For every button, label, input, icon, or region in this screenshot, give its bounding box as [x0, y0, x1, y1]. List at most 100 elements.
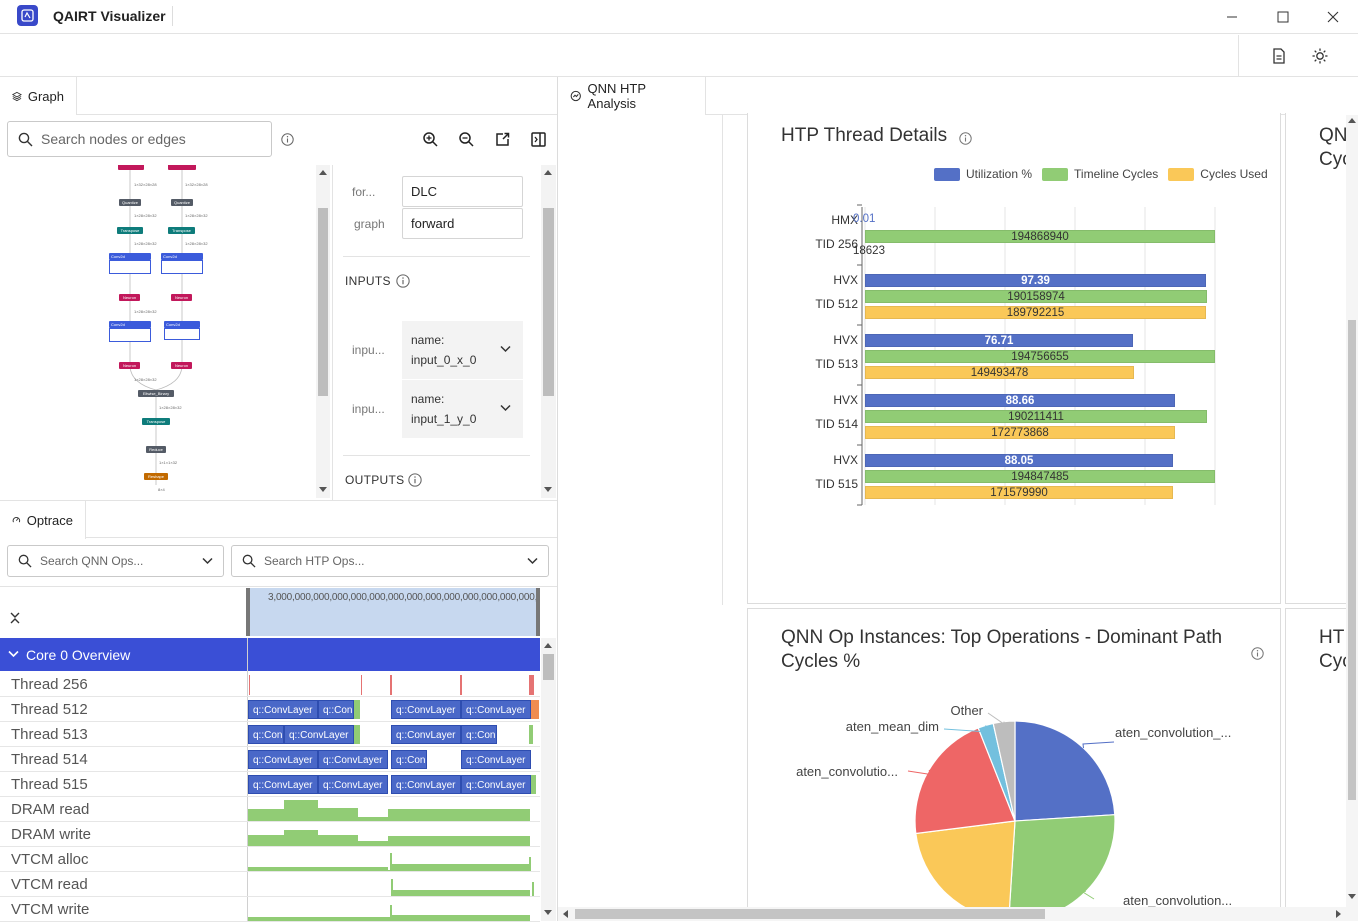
bar[interactable]: 88.05 — [865, 454, 1173, 467]
analysis-vertical-scrollbar[interactable] — [1346, 115, 1358, 907]
op-segment[interactable]: q::ConvLayer — [318, 750, 388, 769]
scroll-down-arrow[interactable] — [1348, 894, 1356, 899]
op-segment[interactable]: q::ConvLayer — [391, 775, 461, 794]
scroll-right-arrow[interactable] — [1336, 910, 1341, 918]
op-segment[interactable]: q::Con — [248, 725, 284, 744]
close-button[interactable] — [1317, 4, 1349, 30]
graph-node-reduce[interactable]: Reduce — [146, 446, 166, 453]
zoom-out-button[interactable] — [456, 129, 476, 149]
input-0-accordion[interactable]: name: input_0_x_0 — [402, 321, 523, 379]
collapse-all-icon[interactable] — [9, 611, 21, 625]
bar[interactable]: 172773868 — [865, 426, 1175, 439]
fit-view-button[interactable] — [492, 129, 512, 149]
graph-node-conv2d-left[interactable]: Conv2d — [109, 253, 151, 260]
inputs-info-icon[interactable] — [396, 274, 410, 288]
graph-search-input[interactable]: Search nodes or edges — [7, 121, 272, 157]
row-thread-256[interactable]: Thread 256 — [0, 672, 540, 697]
scroll-up-arrow[interactable] — [1348, 118, 1356, 123]
event-marker[interactable] — [529, 675, 534, 695]
bar[interactable]: 190158974 — [865, 290, 1207, 303]
maximize-button[interactable] — [1267, 4, 1299, 30]
graph-node-top-left[interactable] — [118, 165, 144, 170]
op-segment[interactable]: q::ConvLayer — [461, 775, 531, 794]
toggle-panel-button[interactable] — [528, 129, 548, 149]
bar[interactable]: 189792215 — [865, 306, 1206, 319]
scroll-up-arrow[interactable] — [544, 170, 552, 175]
graph-node-neuron-right[interactable]: Neuron — [171, 294, 192, 301]
scroll-thumb[interactable] — [575, 909, 1045, 919]
scroll-down-arrow[interactable] — [319, 487, 327, 492]
bar[interactable]: 194868940 — [865, 230, 1215, 243]
op-segment[interactable]: q::ConvLayer — [248, 700, 318, 719]
bar[interactable]: 149493478 — [865, 366, 1134, 379]
optrace-scrollbar[interactable] — [541, 638, 556, 921]
op-segment[interactable]: q::ConvLayer — [248, 775, 318, 794]
outputs-info-icon[interactable] — [408, 473, 422, 487]
event-marker[interactable] — [249, 675, 250, 695]
input-1-accordion[interactable]: name: input_1_y_0 — [402, 380, 523, 438]
pie-slice[interactable] — [915, 820, 1016, 922]
op-segment-green[interactable] — [529, 725, 533, 744]
op-segment-green[interactable] — [354, 725, 360, 744]
event-marker[interactable] — [390, 675, 392, 695]
event-marker[interactable] — [460, 675, 462, 695]
op-segment[interactable]: q::ConvLayer — [461, 700, 531, 719]
op-segment[interactable]: q::ConvLayer — [318, 775, 388, 794]
graph-node-neuron2-right[interactable]: Neuron — [171, 362, 192, 369]
event-marker[interactable] — [361, 675, 362, 695]
graph-value[interactable]: forward — [402, 208, 523, 239]
graph-search-info[interactable] — [279, 131, 295, 147]
graph-node-transpose-left[interactable]: Transpose — [117, 227, 143, 234]
op-segment-green[interactable] — [354, 700, 360, 719]
op-segment[interactable]: q::ConvLayer — [284, 725, 354, 744]
graph-node-reshape[interactable]: Reshape — [144, 473, 168, 480]
theme-toggle-button[interactable] — [1307, 45, 1333, 67]
graph-node-transpose-right[interactable]: Transpose — [168, 227, 195, 234]
memory-activity-graph[interactable] — [248, 797, 540, 921]
scroll-thumb[interactable] — [543, 654, 554, 680]
op-segment-orange[interactable] — [531, 700, 539, 719]
scroll-up-arrow[interactable] — [319, 170, 327, 175]
graph-node-neuron2-left[interactable]: Neuron — [119, 362, 140, 369]
op-segment[interactable]: q::ConvLayer — [248, 750, 318, 769]
bar[interactable]: 190211411 — [865, 410, 1207, 423]
pie-slice[interactable] — [1014, 720, 1116, 822]
op-segment-green[interactable] — [531, 775, 536, 794]
op-segment[interactable]: q::ConvLayer — [461, 750, 531, 769]
op-segment[interactable]: q::ConvLayer — [391, 725, 461, 744]
bar[interactable]: 171579990 — [865, 486, 1173, 499]
bar[interactable]: 194847485 — [865, 470, 1215, 483]
scroll-thumb[interactable] — [1348, 320, 1356, 800]
minimize-button[interactable] — [1216, 4, 1248, 30]
bar[interactable]: 194756655 — [865, 350, 1215, 363]
qnn-ops-search[interactable]: Search QNN Ops... — [7, 545, 224, 577]
properties-scrollbar[interactable] — [541, 165, 556, 498]
op-segment[interactable]: q::ConvLayer — [391, 700, 461, 719]
core-overview-header[interactable]: Core 0 Overview — [0, 638, 540, 671]
graph-node-conv2d-right[interactable]: Conv2d — [161, 253, 203, 260]
bar[interactable]: 97.39 — [865, 274, 1206, 287]
scroll-down-arrow[interactable] — [544, 910, 552, 915]
graph-node-top-right[interactable] — [168, 165, 196, 170]
op-segment[interactable]: q::Con — [461, 725, 497, 744]
scroll-left-arrow[interactable] — [563, 910, 568, 918]
tab-optrace[interactable]: Optrace — [0, 501, 86, 539]
htp-ops-search[interactable]: Search HTP Ops... — [231, 545, 549, 577]
op-segment[interactable]: q::Con — [318, 700, 354, 719]
graph-node-transpose2[interactable]: Transpose — [142, 418, 170, 425]
timeline-ruler[interactable]: 3,000,0​00,000,0​00,000,000,000,000,000,… — [246, 588, 540, 636]
graph-scrollbar[interactable] — [316, 165, 330, 498]
graph-node-conv2d2-right[interactable]: Conv2d — [164, 321, 200, 328]
bar[interactable]: 76.71 — [865, 334, 1133, 347]
graph-node-eltwise[interactable]: Eltwise_Binary — [138, 390, 174, 397]
pie-slice[interactable] — [1008, 814, 1116, 922]
scroll-down-arrow[interactable] — [544, 487, 552, 492]
tab-qnn-htp-analysis[interactable]: QNN HTP Analysis — [558, 77, 706, 115]
tab-graph[interactable]: Graph — [0, 77, 77, 115]
analysis-horizontal-scrollbar[interactable] — [558, 907, 1358, 921]
scroll-up-arrow[interactable] — [544, 643, 552, 648]
graph-node-conv2d2-left[interactable]: Conv2d — [109, 321, 151, 328]
scroll-thumb[interactable] — [318, 208, 328, 396]
bar[interactable]: 88.66 — [865, 394, 1175, 407]
scroll-thumb[interactable] — [543, 208, 554, 396]
